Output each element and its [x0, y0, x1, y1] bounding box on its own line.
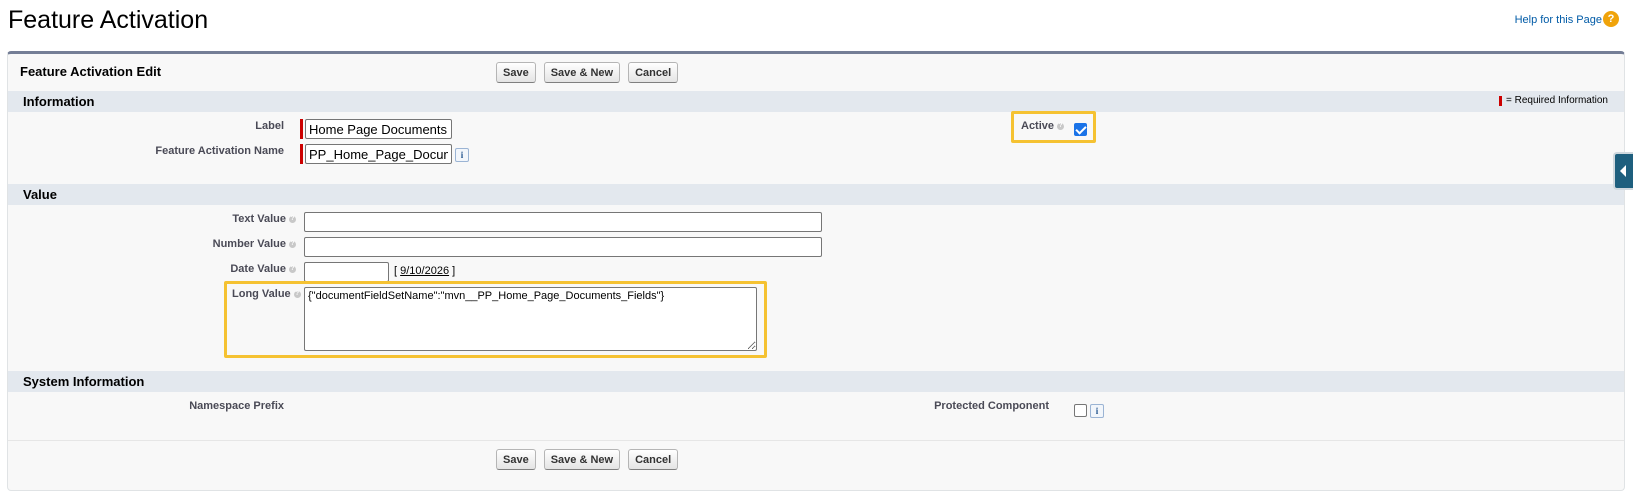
name-field-label: Feature Activation Name [155, 145, 284, 157]
label-field-label: Label [255, 120, 284, 132]
protected-component-checkbox[interactable] [1074, 404, 1087, 417]
active-label: Active? [1021, 120, 1065, 132]
panel-title: Feature Activation Edit [20, 64, 162, 79]
help-qmark-icon: ? [289, 215, 296, 223]
label-input[interactable] [305, 119, 452, 139]
cancel-button[interactable]: Cancel [628, 62, 679, 83]
page-title: Feature Activation [8, 6, 209, 34]
required-legend: = Required Information [1498, 95, 1608, 106]
edit-panel: Feature Activation Edit Save Save & New … [7, 51, 1625, 491]
protected-component-label: Protected Component [934, 400, 1049, 412]
text-value-label: Text Value? [232, 213, 296, 225]
help-icon[interactable]: ? [1603, 11, 1619, 27]
help-link[interactable]: Help for this Page [1515, 14, 1602, 26]
long-value-label: Long Value? [232, 288, 301, 300]
number-value-input[interactable] [304, 237, 822, 257]
date-value-input[interactable] [304, 262, 389, 282]
date-today-wrap: [ 9/10/2026 ] [394, 265, 456, 277]
help-qmark-icon: ? [293, 290, 301, 298]
section-information: Information = Required Information [8, 91, 1624, 112]
save-button[interactable]: Save [496, 62, 536, 83]
bottom-button-row: Save Save & New Cancel [496, 449, 679, 470]
protected-info-icon[interactable]: i [1090, 404, 1104, 418]
save-new-button[interactable]: Save & New [543, 449, 621, 470]
section-value: Value [8, 184, 1624, 205]
section-title: Information [23, 94, 95, 109]
number-value-label: Number Value? [212, 238, 296, 250]
save-button[interactable]: Save [496, 449, 536, 470]
label-field-wrap [300, 119, 452, 139]
section-title: System Information [23, 374, 145, 389]
panel-footer: Save Save & New Cancel [8, 440, 1624, 491]
required-marker [1498, 95, 1502, 106]
date-today-link[interactable]: 9/10/2026 [400, 265, 449, 277]
name-info-icon[interactable]: i [455, 148, 469, 162]
text-value-input[interactable] [304, 212, 822, 232]
section-system-information: System Information [8, 371, 1624, 392]
active-checkbox[interactable] [1074, 123, 1087, 136]
help-qmark-icon: ? [289, 240, 296, 248]
cancel-button[interactable]: Cancel [628, 449, 679, 470]
long-value-textarea[interactable]: {"documentFieldSetName":"mvn__PP_Home_Pa… [304, 287, 757, 351]
save-new-button[interactable]: Save & New [543, 62, 621, 83]
namespace-prefix-label: Namespace Prefix [189, 400, 284, 412]
feature-activation-name-input[interactable] [305, 144, 452, 164]
help-qmark-icon: ? [1057, 122, 1065, 130]
top-button-row: Save Save & New Cancel [496, 62, 679, 83]
sidebar-collapse-tab[interactable] [1613, 152, 1633, 190]
date-value-label: Date Value? [230, 263, 296, 275]
help-qmark-icon: ? [289, 265, 296, 273]
section-title: Value [23, 187, 57, 202]
name-field-wrap [300, 144, 452, 164]
required-legend-text: = Required Information [1505, 95, 1608, 106]
panel-header: Feature Activation Edit Save Save & New … [8, 54, 1624, 92]
